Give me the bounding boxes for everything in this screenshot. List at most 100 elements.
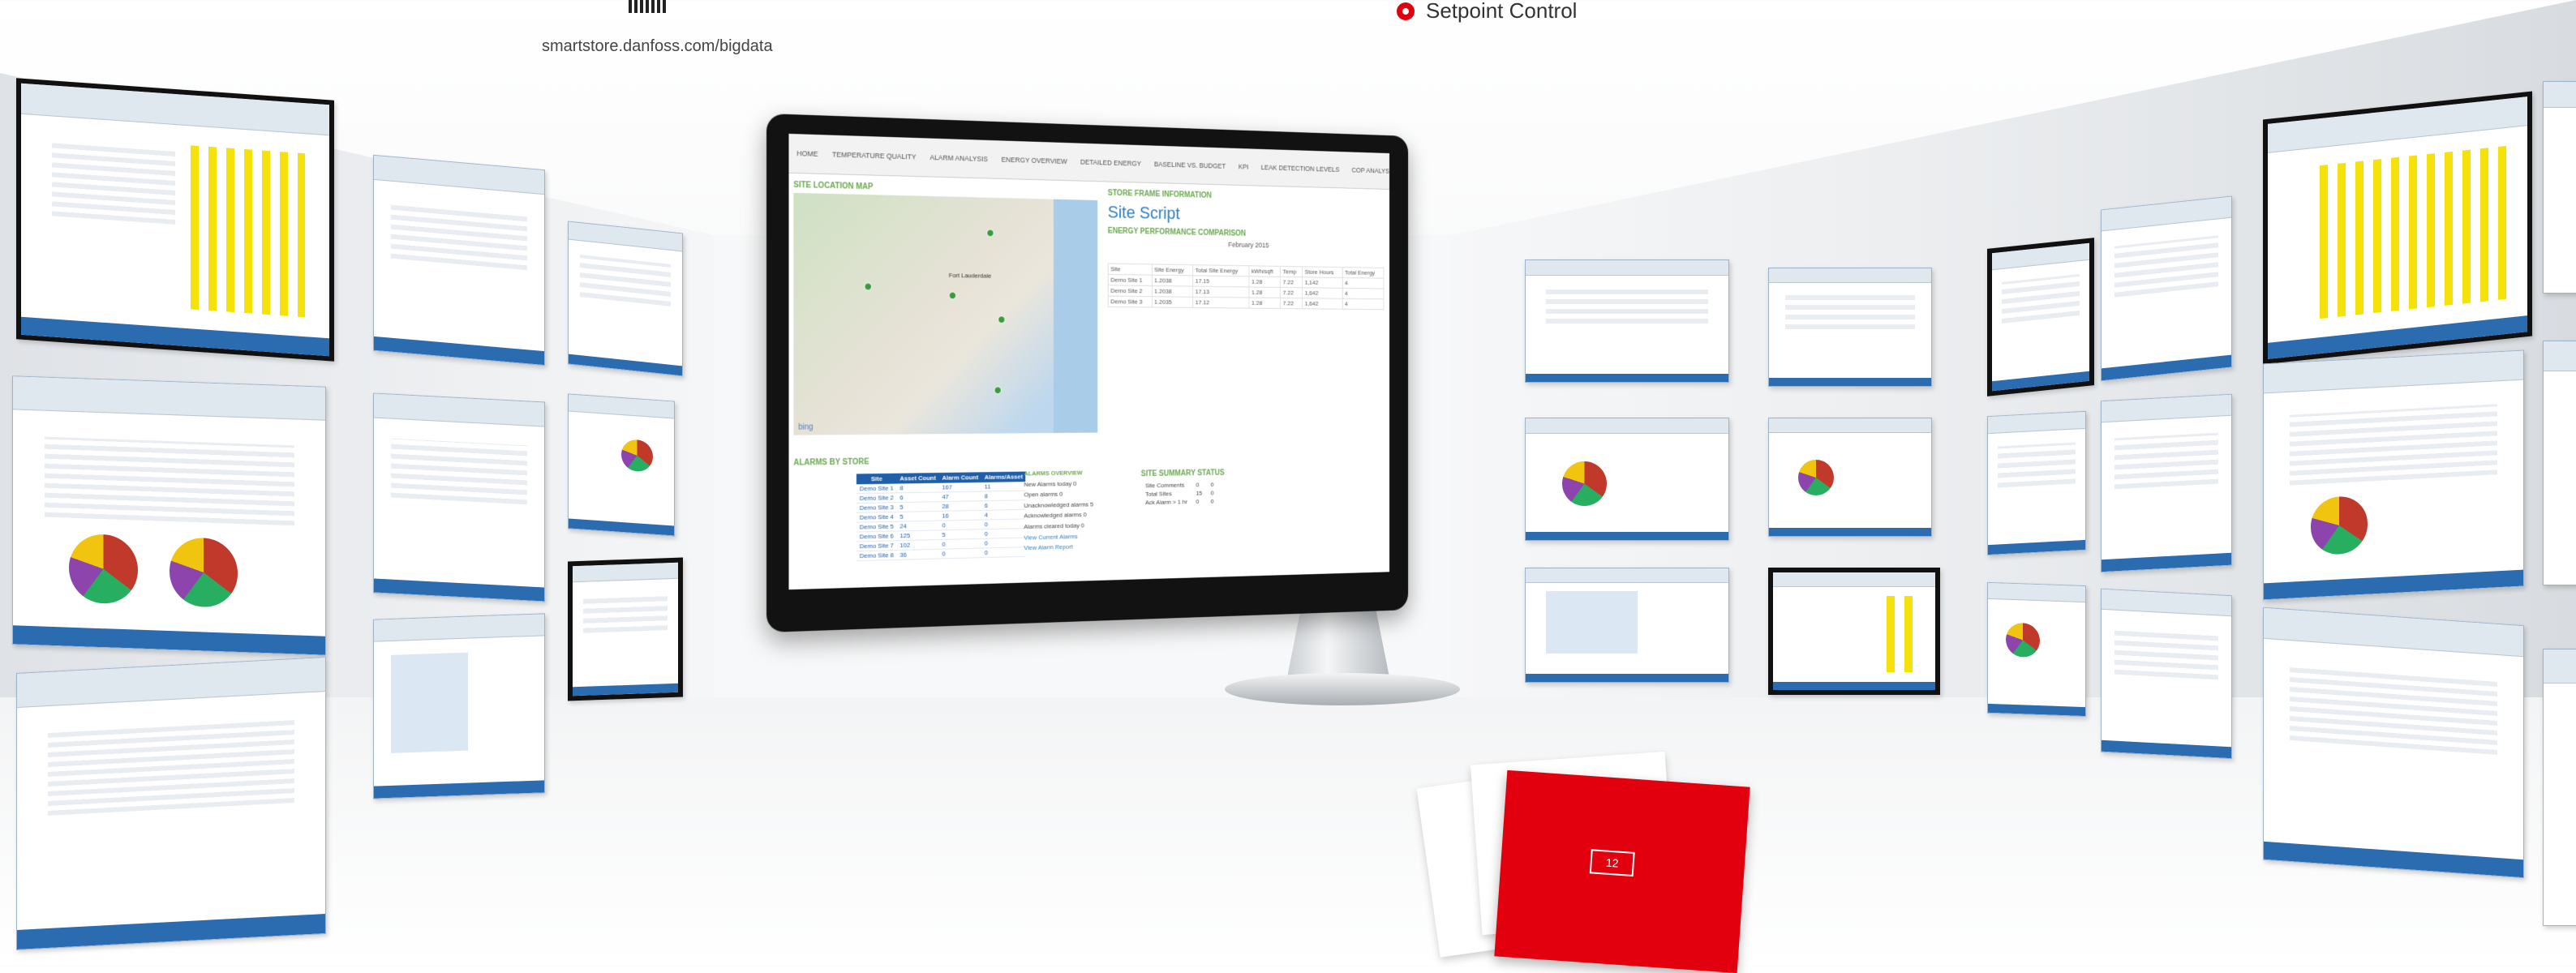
alarm-panel: ALARMS BY STORE Site Asset Count Alarm Cou…	[793, 450, 1384, 586]
script-section-title: STORE FRAME INFORMATION	[1107, 189, 1212, 200]
table-cell: 1.2038	[1152, 275, 1193, 287]
map-pin-icon[interactable]	[998, 315, 1006, 324]
wall-screenshot	[2543, 81, 2576, 294]
map-water	[1053, 199, 1098, 433]
wall-screenshot	[2263, 607, 2524, 879]
stats-table: Site Comments 0 0 Total Sites 15 0 Ack Alarm >…	[1141, 480, 1218, 507]
table-cell: 167	[938, 482, 981, 492]
table-cell: 0	[938, 548, 981, 559]
stats-title: SITE SUMMARY STATUS	[1140, 469, 1225, 479]
dashboard-screen: HOME TEMPERATURE QUALITY ALARM ANALYSIS ENE…	[788, 133, 1390, 590]
wall-screenshot	[568, 393, 675, 537]
feature-label: Setpoint Control	[1426, 0, 1578, 23]
wall-screenshot	[16, 78, 334, 362]
nav-tab[interactable]: HOME	[796, 149, 818, 158]
table-header-cell: Store Hours	[1302, 266, 1343, 278]
table-cell: Demo Site 8	[856, 550, 897, 561]
table-cell: 7.22	[1280, 287, 1303, 298]
table-cell: 1.28	[1249, 298, 1281, 309]
table-cell: 28	[938, 500, 981, 512]
table-cell: 5	[896, 501, 939, 512]
table-cell: 5	[896, 511, 939, 522]
wall-screenshot	[2543, 341, 2576, 585]
table-cell: Demo Site 1	[1108, 274, 1153, 286]
wall-screenshot	[568, 557, 683, 701]
wall-screenshot	[568, 221, 683, 377]
alarm-link[interactable]: View Alarm Report	[1024, 542, 1093, 554]
table-cell: 17.13	[1192, 286, 1250, 298]
map-pin-icon[interactable]	[948, 291, 957, 300]
wall-screenshot	[1525, 568, 1729, 683]
nav-tab[interactable]: DETAILED ENERGY	[1080, 158, 1141, 168]
table-cell: 6	[896, 491, 939, 503]
wall-screenshot	[2101, 195, 2232, 382]
table-header-cell: Alarms/Asset	[981, 471, 1026, 482]
table-cell: 1,142	[1302, 276, 1343, 289]
nav-tab[interactable]: ALARM ANALYSIS	[930, 153, 988, 163]
bullet-icon	[1397, 2, 1415, 20]
energy-table: Site Site Energy Total Site Energy kWh/sqft…	[1108, 264, 1385, 311]
table-cell: 7.22	[1280, 276, 1303, 288]
wall-screenshot	[12, 375, 326, 656]
table-cell: 17.15	[1192, 275, 1250, 287]
site-map-panel: SITE LOCATION MAP Fort Lauderdale bing	[793, 179, 1098, 446]
cover-badge: 12	[1589, 849, 1635, 877]
table-header-cell: Site	[1108, 264, 1153, 276]
table-cell: 1.28	[1249, 286, 1281, 298]
table-header-cell: Temp	[1280, 266, 1303, 277]
wall-screenshot	[2101, 588, 2232, 760]
site-summary: SITE SUMMARY STATUS Site Comments 0 0 Total…	[1141, 467, 1225, 507]
table-cell: 4	[1342, 277, 1385, 289]
map-pin-icon[interactable]	[986, 229, 994, 238]
table-header-cell: Total Site Energy	[1192, 264, 1250, 276]
table-header-cell: Site	[856, 473, 897, 485]
feature-list-item: Setpoint Control	[1397, 0, 1577, 24]
table-cell: Demo Site 1	[856, 483, 897, 494]
table-cell: 0	[1210, 498, 1214, 505]
nav-tab[interactable]: KPI	[1239, 163, 1249, 171]
nav-tab[interactable]: TEMPERATURE QUALITY	[832, 150, 917, 161]
site-script-title: Site Script	[1107, 202, 1180, 224]
brochure-cover: 12	[1494, 769, 1750, 973]
table-header-cell: Alarm Count	[938, 472, 981, 483]
table-header-cell: Site Energy	[1152, 264, 1193, 276]
alarm-table: Site Asset Count Alarm Count Alarms/Asset De…	[856, 471, 1026, 562]
table-cell: Demo Site 3	[1108, 296, 1153, 307]
table-cell: 15	[1196, 489, 1203, 497]
table-cell: 4	[1342, 298, 1385, 310]
wall-screenshot	[2263, 91, 2532, 365]
wall-screenshot	[2101, 393, 2232, 573]
alarms-title: ALARMS BY STORE	[793, 457, 869, 468]
table-cell: 17.12	[1192, 297, 1250, 309]
wall-screenshot	[1768, 418, 1932, 537]
table-cell: Demo Site 3	[856, 502, 897, 513]
wall-screenshot	[1987, 410, 2086, 556]
wall-screenshot	[373, 392, 545, 602]
table-cell: 11	[981, 482, 1026, 492]
table-cell: 7.22	[1280, 298, 1303, 309]
desktop-monitor: HOME TEMPERATURE QUALITY ALARM ANALYSIS ENE…	[766, 114, 1480, 714]
table-cell: 1.2035	[1152, 296, 1193, 308]
table-cell: 0	[1210, 481, 1214, 488]
wall-screenshot	[1987, 581, 2086, 718]
energy-table-month: February 2015	[1228, 240, 1269, 250]
site-map[interactable]: Fort Lauderdale bing	[793, 192, 1098, 435]
table-cell: 1,642	[1302, 298, 1343, 310]
table-cell: 8	[981, 491, 1026, 501]
wall-screenshot	[1768, 568, 1940, 695]
alarm-overview-list: ALARMS OVERVIEW New Alarms today 0 Open al…	[1024, 468, 1093, 554]
wall-screenshot	[373, 613, 545, 799]
list-item: Alarms cleared today 0	[1024, 521, 1084, 530]
map-brand-logo: bing	[798, 422, 814, 432]
alarm-list-title: ALARMS OVERVIEW	[1024, 469, 1083, 478]
map-pin-icon[interactable]	[864, 282, 873, 291]
table-header-cell: kWh/sqft	[1249, 265, 1281, 277]
table-cell: 0	[1210, 489, 1214, 497]
nav-tab[interactable]: BASELINE VS. BUDGET	[1154, 161, 1226, 170]
website-url[interactable]: smartstore.danfoss.com/bigdata	[542, 37, 773, 56]
nav-tab[interactable]: ENERGY OVERVIEW	[1002, 156, 1067, 165]
nav-tab[interactable]: COP ANALYSIS	[1351, 166, 1389, 175]
table-cell: Demo Site 4	[856, 512, 897, 523]
nav-tab[interactable]: LEAK DETECTION LEVELS	[1261, 164, 1340, 174]
map-pin-icon[interactable]	[994, 386, 1002, 395]
